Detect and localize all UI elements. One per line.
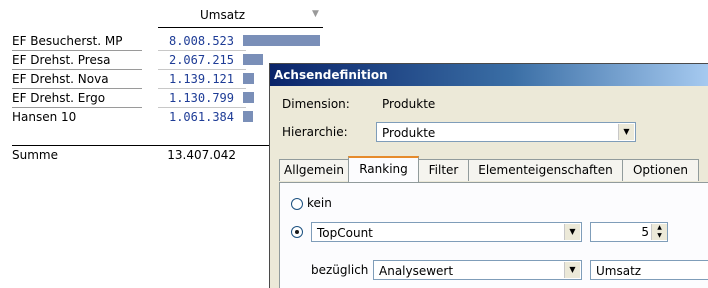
- row-name: EF Drehst. Presa: [12, 53, 111, 67]
- tab-filter[interactable]: Filter: [418, 159, 469, 181]
- row-name: EF Drehst. Ergo: [12, 91, 106, 105]
- count-value: 5: [641, 225, 649, 239]
- row-value: 8.008.523: [168, 34, 234, 48]
- value-bar: [243, 92, 254, 103]
- axis-definition-dialog: Achsendefinition Dimension: Produkte Hie…: [269, 63, 708, 288]
- value-bar: [243, 35, 320, 46]
- tab-allgemein[interactable]: Allgemein: [279, 159, 349, 181]
- dimension-label: Dimension:: [282, 97, 350, 111]
- value-bar: [243, 73, 254, 84]
- total-value: 13.407.042: [167, 148, 236, 162]
- row-name: Hansen 10: [12, 110, 77, 124]
- arrow-down-icon[interactable]: ▼: [651, 232, 667, 240]
- radio-topcount[interactable]: [291, 226, 303, 238]
- dialog-title-bar[interactable]: Achsendefinition: [270, 64, 708, 86]
- ranking-function-value: TopCount: [317, 226, 373, 240]
- hierarchy-label: Hierarchie:: [282, 125, 348, 139]
- measure-select[interactable]: Umsatz: [590, 260, 708, 280]
- total-label: Summe: [12, 148, 58, 162]
- column-header-umsatz[interactable]: Umsatz: [200, 8, 245, 22]
- ranking-function-select[interactable]: TopCount ▼: [311, 222, 582, 242]
- value-bar: [243, 54, 263, 65]
- chevron-down-icon[interactable]: ▼: [564, 262, 580, 278]
- hierarchy-select[interactable]: Produkte ▼: [376, 122, 636, 142]
- hierarchy-select-value: Produkte: [382, 126, 436, 140]
- row-value: 1.139.121: [168, 72, 234, 86]
- ranking-panel: kein TopCount ▼ 5 ▲ ▼ bezüglich Analysew…: [279, 182, 708, 288]
- chevron-down-icon[interactable]: ▼: [564, 224, 580, 240]
- dimension-value: Produkte: [382, 97, 436, 111]
- relative-to-value: Analysewert: [379, 264, 454, 278]
- value-bar: [243, 111, 253, 122]
- chevron-down-icon[interactable]: ▼: [618, 124, 634, 140]
- radio-selected-dot: [295, 230, 299, 234]
- measure-value: Umsatz: [596, 264, 642, 278]
- row-name: EF Drehst. Nova: [12, 72, 109, 86]
- stepper-buttons: ▲ ▼: [651, 224, 667, 240]
- dialog-title: Achsendefinition: [274, 68, 388, 82]
- relative-to-select[interactable]: Analysewert ▼: [373, 260, 582, 280]
- radio-none[interactable]: [291, 198, 303, 210]
- radio-none-label[interactable]: kein: [307, 196, 332, 210]
- tab-elementeigenschaften[interactable]: Elementeigenschaften: [468, 159, 623, 181]
- tab-ranking[interactable]: Ranking: [348, 156, 419, 182]
- filter-icon[interactable]: ▼: [312, 9, 319, 19]
- row-name: EF Besucherst. MP: [12, 34, 123, 48]
- table-row[interactable]: EF Besucherst. MP 8.008.523: [0, 32, 330, 51]
- header-divider: [158, 27, 323, 28]
- row-value: 2.067.215: [168, 53, 234, 67]
- tab-optionen[interactable]: Optionen: [622, 159, 699, 181]
- count-stepper[interactable]: 5 ▲ ▼: [590, 222, 668, 242]
- row-value: 1.130.799: [168, 91, 234, 105]
- relative-to-label: bezüglich: [311, 263, 369, 277]
- row-value: 1.061.384: [168, 110, 234, 124]
